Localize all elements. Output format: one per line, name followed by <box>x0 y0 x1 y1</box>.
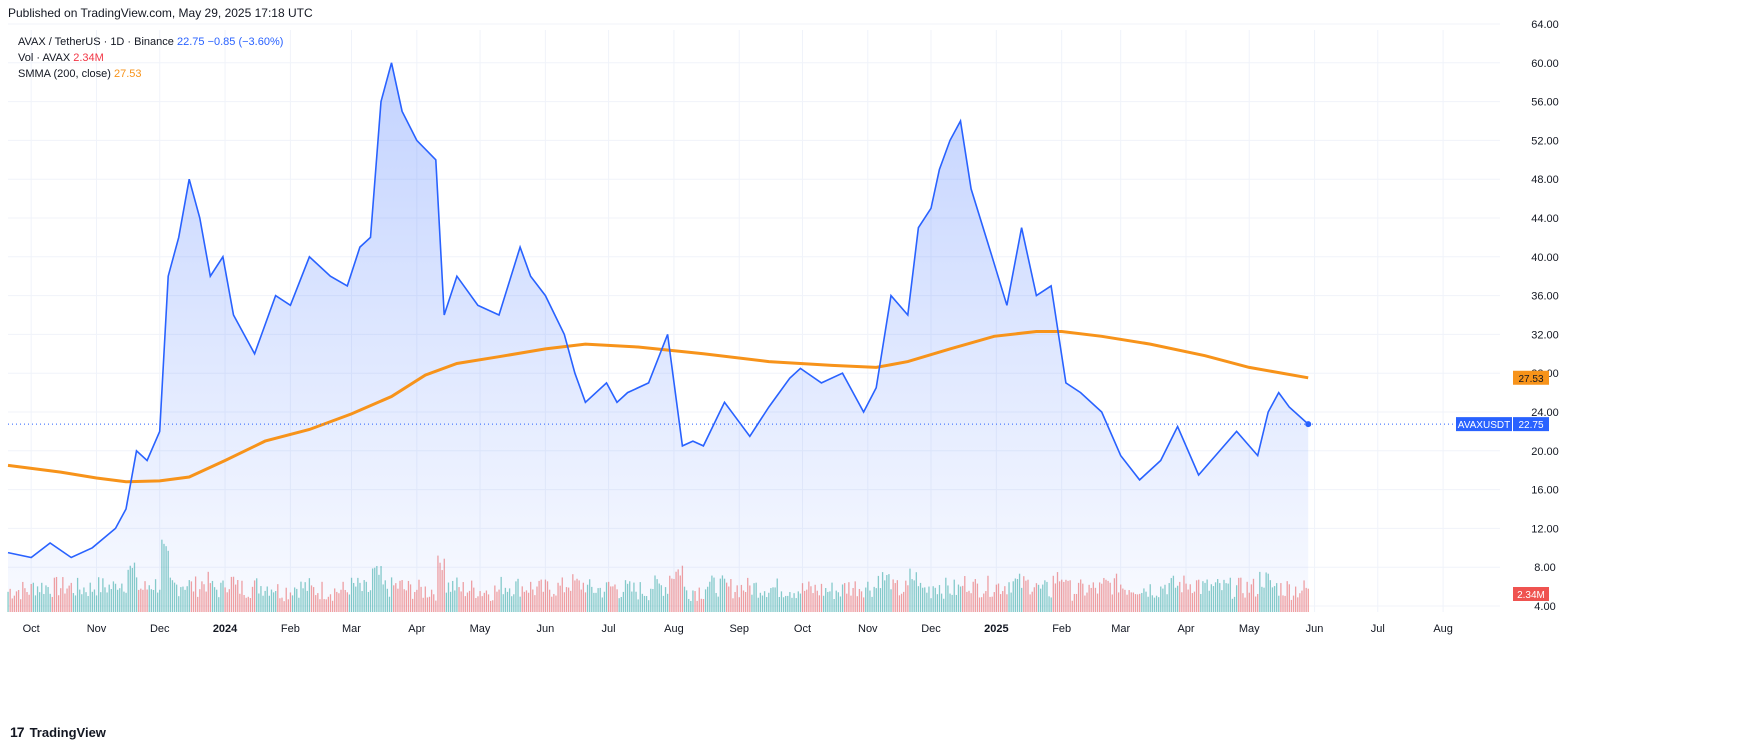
x-tick-label: Aug <box>664 623 684 635</box>
x-tick-label: Sep <box>729 623 749 635</box>
tradingview-logo-icon: 17 <box>10 724 25 740</box>
y-tick-label: 36.00 <box>1531 291 1559 303</box>
x-tick-label: Dec <box>921 623 941 635</box>
y-axis: 64.00 60.00 56.00 52.00 48.00 44.00 40.00 36.00… <box>1531 19 1559 613</box>
legend-price: 22.75 <box>176 36 205 48</box>
x-tick-label: Jul <box>1371 623 1385 635</box>
x-tick-label: Oct <box>23 623 40 635</box>
y-tick-label: 32.00 <box>1531 329 1559 341</box>
x-tick-label: Jul <box>602 623 616 635</box>
x-tick-label: Aug <box>1433 623 1453 635</box>
x-tick-label: Apr <box>408 623 425 635</box>
y-tick-label: 8.00 <box>1534 562 1555 574</box>
y-tick-label: 44.00 <box>1531 213 1559 225</box>
x-tick-label: Jun <box>536 623 554 635</box>
y-tick-label: 48.00 <box>1531 174 1559 186</box>
x-tick-label: Mar <box>342 623 361 635</box>
price-chart[interactable]: 64.00 60.00 56.00 52.00 48.00 44.00 40.00 36.00… <box>0 0 1754 751</box>
current-price-tag-label: 22.75 <box>1518 420 1543 431</box>
x-tick-label: Apr <box>1177 623 1194 635</box>
volume-tag-label: 2.34M <box>1517 590 1545 601</box>
x-tick-label: Jun <box>1306 623 1324 635</box>
y-tick-label: 64.00 <box>1531 19 1559 31</box>
legend-change: −0.85 (−3.60%) <box>207 36 284 48</box>
legend-volume-row[interactable]: Vol · AVAX 2.34M <box>18 50 283 66</box>
legend-smma-value: 27.53 <box>113 68 142 80</box>
x-tick-label: Mar <box>1111 623 1130 635</box>
brand-name: TradingView <box>29 724 106 740</box>
x-tick-label: Nov <box>858 623 878 635</box>
x-tick-label: Feb <box>281 623 300 635</box>
chart-legend: AVAX / TetherUS · 1D · Binance 22.75 −0.… <box>18 34 283 82</box>
x-tick-label: May <box>470 623 491 635</box>
y-tick-label: 16.00 <box>1531 485 1559 497</box>
y-tick-label: 12.00 <box>1531 523 1559 535</box>
tradingview-brand[interactable]: 17 TradingView <box>10 724 106 740</box>
legend-smma-row[interactable]: SMMA (200, close) 27.53 <box>18 66 283 82</box>
x-tick-label: Dec <box>150 623 170 635</box>
legend-symbol-row[interactable]: AVAX / TetherUS · 1D · Binance 22.75 −0.… <box>18 34 283 50</box>
legend-symbol: AVAX / TetherUS · 1D · Binance <box>18 36 174 48</box>
x-tick-label: Nov <box>87 623 107 635</box>
x-tick-label: 2024 <box>213 623 238 635</box>
y-tick-label: 56.00 <box>1531 97 1559 109</box>
x-axis: Oct Nov Dec 2024 Feb Mar Apr May Jun Jul Aug Sep Oct… <box>23 623 1453 635</box>
x-tick-label: May <box>1239 623 1260 635</box>
smma-price-tag-label: 27.53 <box>1518 374 1543 385</box>
legend-volume-value: 2.34M <box>73 52 104 64</box>
last-price-dot <box>1305 421 1312 428</box>
y-tick-label: 20.00 <box>1531 446 1559 458</box>
y-tick-label: 40.00 <box>1531 252 1559 264</box>
legend-smma-label: SMMA (200, close) <box>18 68 111 80</box>
legend-volume-label: Vol · AVAX <box>18 52 71 64</box>
ticker-tag-label: AVAXUSDT <box>1458 420 1510 431</box>
x-tick-label: 2025 <box>984 623 1008 635</box>
y-tick-label: 52.00 <box>1531 135 1559 147</box>
y-tick-label: 60.00 <box>1531 58 1559 70</box>
y-tick-label: 4.00 <box>1534 601 1555 613</box>
x-tick-label: Oct <box>794 623 811 635</box>
x-tick-label: Feb <box>1052 623 1071 635</box>
chart-area[interactable]: 64.00 60.00 56.00 52.00 48.00 44.00 40.00 36.00… <box>0 0 1754 751</box>
